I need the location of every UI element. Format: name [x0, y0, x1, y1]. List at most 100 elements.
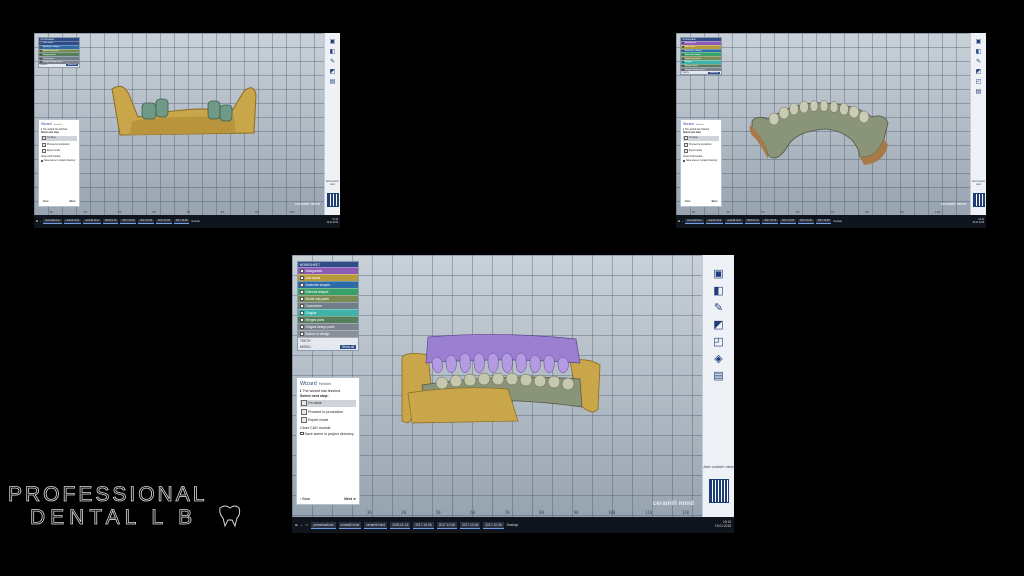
checkbox[interactable] — [682, 42, 684, 45]
checkbox[interactable] — [300, 269, 304, 273]
save-scene-option[interactable]: Save scene in project directory — [41, 159, 77, 162]
save-scene-option[interactable]: Save scene in project directory — [300, 432, 356, 436]
add-custom-view[interactable]: Add custom view — [325, 180, 340, 186]
model-row[interactable]: MODEL — [300, 345, 311, 349]
option-im-done[interactable]: I'm done — [300, 399, 356, 407]
checkbox[interactable] — [682, 53, 684, 56]
search-icon[interactable]: ⌕ — [301, 523, 303, 527]
object-row-jaw-scans[interactable]: Jaw scans — [298, 274, 358, 281]
taskbar-item[interactable]: 2017-10-06 — [155, 219, 172, 224]
save-scene-checkbox[interactable] — [300, 431, 304, 436]
object-row-model-only-parts[interactable]: Model only parts — [298, 295, 358, 302]
option-expert-mode[interactable]: Expert mode — [683, 149, 719, 154]
next-button[interactable]: Next › — [712, 201, 718, 203]
back-button[interactable]: ‹ Back — [684, 201, 691, 203]
checkbox[interactable] — [300, 290, 304, 294]
checkbox[interactable] — [300, 325, 304, 329]
show-all-button[interactable]: Show all — [65, 64, 78, 67]
taskbar-item[interactable]: 2017-10-06 — [780, 219, 796, 224]
object-row-anatomic-shapes[interactable]: Anatomic shapes — [298, 281, 358, 288]
jaw-model-abutments[interactable] — [104, 81, 264, 143]
save-icon[interactable]: ▣ — [329, 38, 337, 45]
checkbox[interactable] — [682, 68, 684, 71]
taskbar-item[interactable]: ceramill mind — [63, 219, 82, 224]
checkbox[interactable] — [300, 311, 304, 315]
checkbox[interactable] — [682, 46, 684, 49]
object-row-gingiva[interactable]: Gingiva — [298, 309, 358, 316]
checkbox[interactable] — [300, 297, 304, 301]
option-im-done[interactable]: I'm done — [41, 135, 77, 141]
task-view-icon[interactable]: ▭ — [305, 523, 308, 527]
checkbox[interactable] — [300, 276, 304, 280]
checkbox[interactable] — [40, 49, 42, 52]
save-icon[interactable]: ▣ — [975, 38, 983, 45]
windows-start-icon[interactable]: ⊞ — [678, 220, 680, 223]
object-row-antagonists[interactable]: Antagonists — [298, 267, 358, 274]
teeth-row[interactable]: TEETH — [300, 339, 310, 343]
next-button[interactable]: Next ➜ — [344, 497, 356, 501]
morph-icon[interactable]: ◈ — [712, 352, 726, 365]
3d-viewport[interactable]: 30 40 50 60 70 80 90 100 110 120 WORKSHE… — [292, 255, 734, 517]
scan-icon[interactable]: ◧ — [975, 48, 983, 55]
taskbar-item[interactable]: 2017-10-06 — [413, 521, 434, 529]
option-proceed-to-production[interactable]: Proceed to production — [300, 408, 356, 415]
taskbar-item[interactable]: ceramill mind — [338, 521, 362, 529]
taskbar-item[interactable]: 2017-10-06 — [138, 219, 154, 224]
object-panel[interactable]: WORKSHEET Antagonists Jaw scans Anatomic… — [297, 261, 359, 351]
denture-with-antagonist[interactable] — [398, 333, 604, 425]
close-cad-option[interactable]: Close CAD module — [41, 156, 77, 158]
back-button[interactable]: ‹ Back — [300, 497, 310, 501]
checkbox[interactable] — [300, 332, 304, 336]
checkbox[interactable] — [682, 65, 684, 68]
object-row-connectors[interactable]: Connectors — [298, 302, 358, 309]
taskbar-item[interactable]: presentazione — [311, 521, 336, 529]
export-icon[interactable]: ▤ — [975, 88, 983, 95]
checkbox[interactable] — [300, 283, 304, 287]
scan-icon[interactable]: ◧ — [712, 284, 726, 297]
next-button[interactable]: Next › — [70, 201, 76, 203]
checkbox[interactable] — [40, 57, 42, 60]
save-icon[interactable]: ▣ — [712, 267, 726, 280]
taskbar-item[interactable]: 2017-10-06 — [797, 219, 814, 224]
shape-icon[interactable]: ◩ — [329, 68, 337, 75]
taskbar-item[interactable]: 2017-10-06 — [173, 219, 190, 224]
scan-icon[interactable]: ◧ — [329, 48, 337, 55]
add-custom-view[interactable]: Add custom view — [703, 464, 734, 469]
search-icon[interactable]: ⌕ — [682, 221, 683, 223]
checkbox[interactable] — [682, 49, 684, 52]
option-expert-mode[interactable]: Expert mode — [41, 149, 77, 154]
taskbar-item[interactable]: 2018-01-16 — [390, 521, 411, 529]
checkbox[interactable] — [40, 61, 42, 64]
taskbar-item[interactable]: 2017-10-06 — [762, 219, 779, 224]
3d-viewport[interactable]: 30 40 50 60 70 80 90 100 WORKSHEET Jaw s… — [34, 33, 340, 215]
taskbar-item[interactable]: 2017-10-06 — [815, 219, 832, 224]
save-scene-option[interactable]: Save scene in project directory — [683, 159, 719, 162]
save-scene-checkbox[interactable] — [683, 159, 685, 162]
close-cad-option[interactable]: Close CAD module — [300, 426, 356, 430]
close-cad-option[interactable]: Close CAD module — [683, 156, 719, 158]
taskbar-item[interactable]: 2017-10-06 — [460, 521, 481, 529]
shape-icon[interactable]: ◩ — [975, 68, 983, 75]
windows-start-icon[interactable]: ⊞ — [36, 220, 38, 223]
option-im-done[interactable]: I'm done — [683, 135, 719, 141]
taskbar-item[interactable]: 2017-10-06 — [483, 521, 504, 529]
show-all-button[interactable]: Show all — [707, 71, 720, 74]
object-panel[interactable]: WORKSHEET Jaw scans Anatomic shapes Mode… — [38, 37, 80, 68]
search-icon[interactable]: ⌕ — [40, 221, 41, 223]
taskbar-item[interactable]: 2017-10-06 — [436, 521, 458, 529]
checkbox[interactable] — [300, 318, 304, 322]
taskbar-item[interactable]: 2018-01-16 — [102, 219, 119, 224]
taskbar-item[interactable]: 2018-01-16 — [744, 219, 761, 224]
taskbar-item[interactable]: ceramill mind — [725, 219, 743, 224]
teeth-row[interactable]: TEETH — [40, 64, 47, 66]
taskbar-item[interactable]: presentazione — [685, 219, 704, 224]
teeth-row[interactable]: TEETH — [682, 72, 689, 74]
option-expert-mode[interactable]: Expert mode — [300, 417, 356, 424]
checkbox[interactable] — [40, 53, 42, 56]
checkbox[interactable] — [682, 61, 684, 64]
taskbar-item[interactable]: ceramill mind — [705, 219, 724, 224]
object-panel-teeth[interactable]: TEETH — [298, 337, 358, 344]
3d-viewport[interactable]: 30 40 50 60 70 80 90 100 WORKSHEET Antag… — [676, 33, 986, 215]
jaw-model-occlusal[interactable] — [746, 99, 896, 171]
checkbox[interactable] — [682, 57, 684, 60]
